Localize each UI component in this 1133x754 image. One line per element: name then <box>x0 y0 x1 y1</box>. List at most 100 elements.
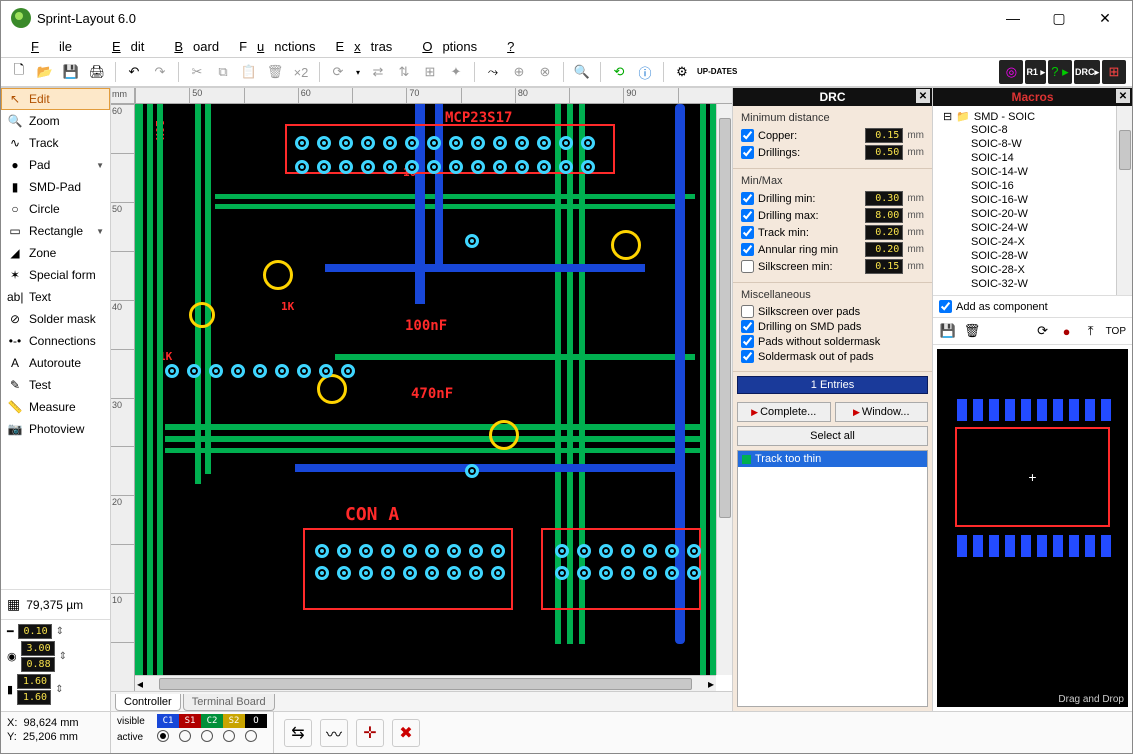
layer-radio-s1[interactable] <box>179 730 191 742</box>
drc-drillings-value[interactable]: 0.50 <box>865 145 903 160</box>
layer-radio-s2[interactable] <box>223 730 235 742</box>
macro-rotate-button[interactable]: ⟳ <box>1034 322 1052 340</box>
macro-soic-14-w[interactable]: SOIC-14-W <box>937 165 1128 179</box>
info-button[interactable]: ⓘ <box>633 60 657 84</box>
drc-silk-over-check[interactable] <box>741 305 754 318</box>
repaint-button[interactable]: ⟲ <box>607 60 631 84</box>
menu-file[interactable]: File <box>11 37 92 56</box>
layer-radio-c2[interactable] <box>201 730 213 742</box>
selector-button[interactable]: ? ▸ <box>1048 60 1072 84</box>
tool-pad[interactable]: ●Pad▼ <box>1 154 110 176</box>
delete-button[interactable]: 🗑 <box>263 60 287 84</box>
disable-x-button[interactable]: ✖ <box>392 719 420 747</box>
redo-button[interactable]: ↷ <box>148 60 172 84</box>
drc-copper-check[interactable] <box>741 129 754 142</box>
components-button[interactable]: R1 ▸ <box>1025 60 1046 84</box>
macro-record-icon[interactable]: ● <box>1058 322 1076 340</box>
macro-soic-8-w[interactable]: SOIC-8-W <box>937 137 1128 151</box>
macro-soic-24-w[interactable]: SOIC-24-W <box>937 221 1128 235</box>
macro-soic-24-x[interactable]: SOIC-24-X <box>937 235 1128 249</box>
track-width-value[interactable]: 0.10 <box>18 624 52 639</box>
drc-annular-value[interactable]: 0.20 <box>865 242 903 257</box>
drc-complete-button[interactable]: Complete... <box>737 402 831 422</box>
drc-trackmin-value[interactable]: 0.20 <box>865 225 903 240</box>
drc-pads-wo-check[interactable] <box>741 335 754 348</box>
layer-swatch-c1[interactable]: C1 <box>157 714 179 728</box>
drc-drillmax-value[interactable]: 8.00 <box>865 208 903 223</box>
menu-options[interactable]: Options <box>402 37 487 56</box>
macro-soic-8[interactable]: SOIC-8 <box>937 123 1128 137</box>
open-file-button[interactable]: 📂 <box>33 60 57 84</box>
tree-collapse-icon[interactable]: ⊟ <box>943 110 952 123</box>
macro-soic-28-w[interactable]: SOIC-28-W <box>937 249 1128 263</box>
zoom-fit-button[interactable]: 🔍 <box>570 60 594 84</box>
macro-save-button[interactable]: 💾 <box>939 322 957 340</box>
macro-soic-14[interactable]: SOIC-14 <box>937 151 1128 165</box>
tool-track[interactable]: ∿Track <box>1 132 110 154</box>
tool-rectangle[interactable]: ▭Rectangle▼ <box>1 220 110 242</box>
tool-connections[interactable]: •-•Connections <box>1 330 110 352</box>
horizontal-scrollbar[interactable]: ◂▸ <box>135 675 716 691</box>
drc-mask-out-check[interactable] <box>741 350 754 363</box>
menu-functions[interactable]: Functions <box>229 37 325 56</box>
autoroute-tb-button[interactable]: ⊕ <box>507 60 531 84</box>
smd-h-value[interactable]: 1.60 <box>17 690 51 705</box>
pcb-canvas[interactable]: MCP23S17 100nF 470nF CON A 1K 1K 10K 10K <box>135 104 716 675</box>
tab-controller[interactable]: Controller <box>115 694 181 711</box>
drc-select-all-button[interactable]: Select all <box>737 426 928 446</box>
menu-extras[interactable]: Extras <box>325 37 402 56</box>
drc-trackmin-check[interactable] <box>741 226 754 239</box>
drc-drillmax-check[interactable] <box>741 209 754 222</box>
tool-special-form[interactable]: ✶Special form <box>1 264 110 286</box>
paste-button[interactable]: 📋 <box>237 60 261 84</box>
save-file-button[interactable]: 💾 <box>59 60 83 84</box>
macros-close-button[interactable]: ✕ <box>1116 89 1130 103</box>
drc-error-item[interactable]: Track too thin <box>738 451 927 467</box>
mirror-h-button[interactable]: ⇄ <box>366 60 390 84</box>
vertical-scrollbar[interactable] <box>716 104 732 675</box>
menu-board[interactable]: Board <box>154 37 229 56</box>
tool-solder-mask[interactable]: ⊘Solder mask <box>1 308 110 330</box>
tool-photoview[interactable]: 📷Photoview <box>1 418 110 440</box>
tool-autoroute[interactable]: AAutoroute <box>1 352 110 374</box>
layer-radio-c1[interactable] <box>157 730 169 742</box>
macro-soic-16-w[interactable]: SOIC-16-W <box>937 193 1128 207</box>
rotate-dropdown[interactable]: ▾ <box>352 60 364 84</box>
stepper-icon[interactable]: ⇕ <box>59 651 67 662</box>
crosshair-button[interactable]: ✛ <box>356 719 384 747</box>
drc-drillmin-value[interactable]: 0.30 <box>865 191 903 206</box>
drc-copper-value[interactable]: 0.15 <box>865 128 903 143</box>
macro-soic-20-w[interactable]: SOIC-20-W <box>937 207 1128 221</box>
stepper-icon[interactable]: ⇕ <box>56 626 64 637</box>
layer-radio-o[interactable] <box>245 730 257 742</box>
tool-edit[interactable]: ↖Edit <box>1 88 110 110</box>
drc-error-list[interactable]: Track too thin <box>737 450 928 707</box>
tool-text[interactable]: ab|Text <box>1 286 110 308</box>
tool-measure[interactable]: 📏Measure <box>1 396 110 418</box>
rotate-button[interactable]: ⟳ <box>326 60 350 84</box>
macros-toggle-button[interactable]: ⊞ <box>1102 60 1126 84</box>
undo-button[interactable]: ↶ <box>122 60 146 84</box>
tool-circle[interactable]: ○Circle <box>1 198 110 220</box>
macro-soic-32-w[interactable]: SOIC-32-W <box>937 277 1128 291</box>
drc-drillmin-check[interactable] <box>741 192 754 205</box>
tool-smd-pad[interactable]: ▮SMD-Pad <box>1 176 110 198</box>
new-file-button[interactable]: 🗋 <box>7 60 31 84</box>
drc-annular-check[interactable] <box>741 243 754 256</box>
print-button[interactable]: 🖨 <box>85 60 109 84</box>
drc-silkmin-check[interactable] <box>741 260 754 273</box>
layer-swap-button[interactable]: ⇆ <box>284 719 312 747</box>
drc-silkmin-value[interactable]: 0.15 <box>865 259 903 274</box>
updates-button[interactable]: UP-DATES <box>696 60 738 84</box>
copy-button[interactable]: ⧉ <box>211 60 235 84</box>
tree-scrollbar[interactable] <box>1116 106 1132 295</box>
snap-button[interactable]: ✦ <box>444 60 468 84</box>
macro-preview[interactable]: + Drag and Drop <box>937 349 1128 707</box>
tab-terminal-board[interactable]: Terminal Board <box>183 694 275 711</box>
pad-outer-value[interactable]: 3.00 <box>21 641 55 656</box>
menu-edit[interactable]: Edit <box>92 37 154 56</box>
close-button[interactable]: ✕ <box>1082 4 1128 32</box>
tool-zoom[interactable]: 🔍Zoom <box>1 110 110 132</box>
macro-soic-28-x[interactable]: SOIC-28-X <box>937 263 1128 277</box>
ground-plane-button[interactable]: 〰 <box>320 719 348 747</box>
